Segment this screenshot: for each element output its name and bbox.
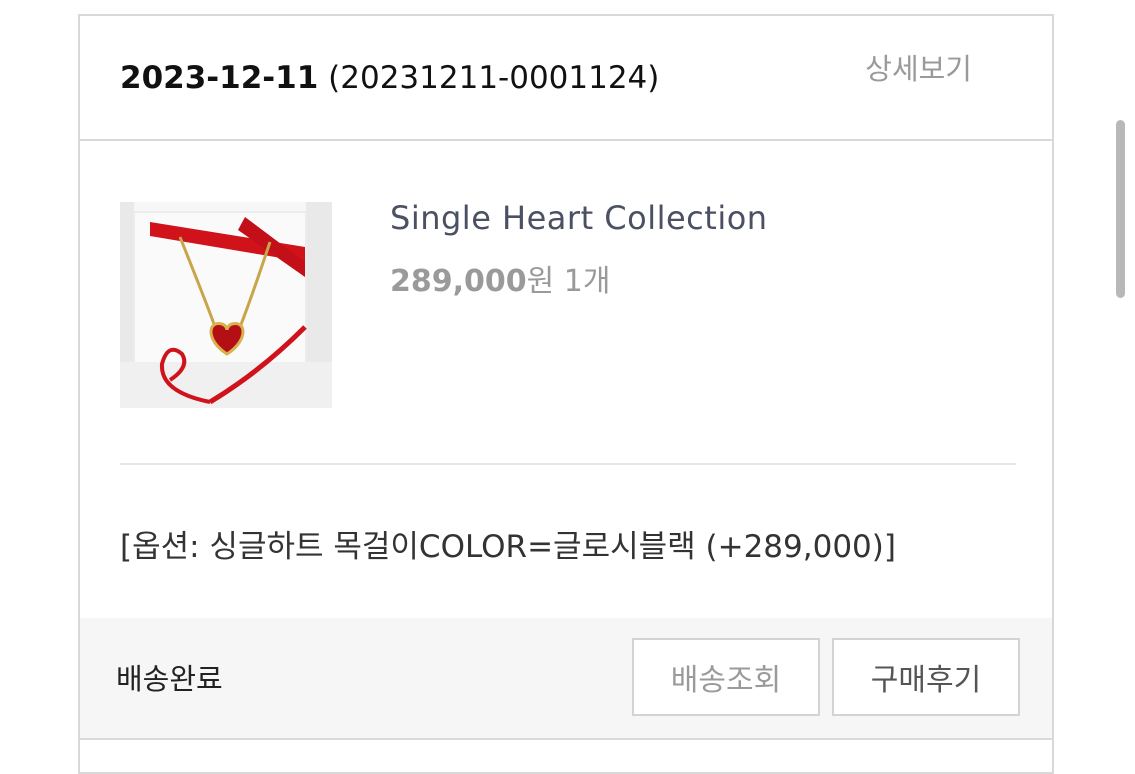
product-image[interactable] — [120, 202, 332, 408]
order-date: 2023-12-11 — [120, 60, 319, 96]
product-option: [옵션: 싱글하트 목걸이COLOR=글로시블랙 (+289,000)] — [120, 529, 896, 565]
price-currency: 원 — [526, 264, 555, 299]
order-number: (20231211-0001124) — [328, 60, 660, 96]
write-review-button[interactable]: 구매후기 — [832, 638, 1020, 716]
order-date-line: 2023-12-11 (20231211-0001124) — [120, 60, 659, 96]
view-details-link[interactable]: 상세보기 — [865, 46, 972, 88]
divider — [120, 463, 1016, 465]
order-card: 2023-12-11 (20231211-0001124) 상세보기 Singl… — [78, 14, 1054, 774]
necklace-image-icon — [120, 202, 332, 408]
track-delivery-button[interactable]: 배송조회 — [632, 638, 820, 716]
order-footer: 배송완료 배송조회 구매후기 — [80, 618, 1052, 738]
delivery-status: 배송완료 — [116, 662, 223, 696]
card-bottom-border — [80, 738, 1052, 740]
product-price: 289,000 — [390, 264, 527, 299]
product-quantity: 1개 — [563, 264, 611, 299]
product-price-quantity: 289,000원 1개 — [390, 256, 610, 300]
product-name[interactable]: Single Heart Collection — [390, 199, 768, 237]
page-scrollbar[interactable] — [1116, 120, 1125, 298]
order-header: 2023-12-11 (20231211-0001124) 상세보기 — [80, 16, 1052, 141]
